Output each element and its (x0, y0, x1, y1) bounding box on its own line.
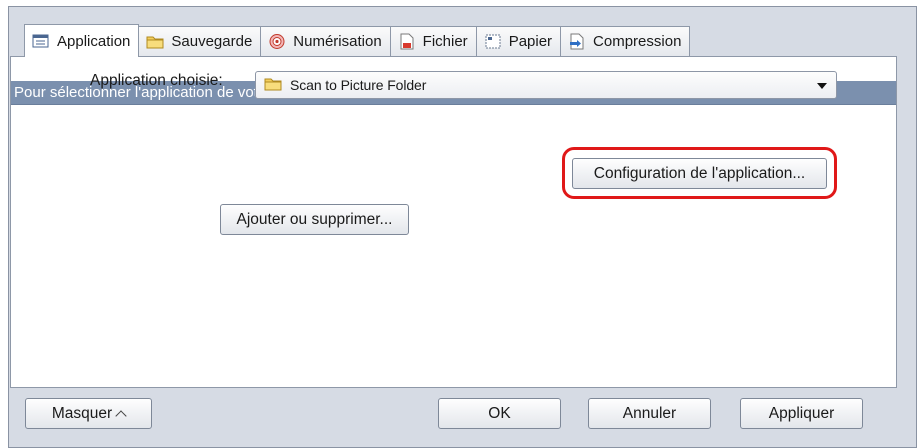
tab-compression[interactable]: Compression (560, 26, 691, 56)
application-list-icon (32, 33, 50, 50)
tab-label: Compression (593, 33, 682, 50)
tab-sauvegarde[interactable]: Sauvegarde (138, 26, 262, 56)
application-select-value: Scan to Picture Folder (290, 77, 427, 93)
application-label: Application choisie: (90, 72, 223, 89)
folder-icon (146, 33, 164, 50)
tab-label: Sauvegarde (171, 33, 253, 50)
ok-button[interactable]: OK (438, 398, 561, 429)
file-icon (398, 33, 416, 50)
compression-icon (568, 33, 586, 50)
tab-panel-application: Pour sélectionner l'application de votre… (10, 56, 897, 388)
tab-label: Numérisation (293, 33, 382, 50)
folder-icon (264, 76, 282, 95)
paper-icon (484, 33, 502, 50)
tab-application[interactable]: Application (24, 24, 140, 57)
chevron-up-icon (115, 409, 127, 422)
apply-button[interactable]: Appliquer (740, 398, 863, 429)
tab-label: Papier (508, 33, 553, 50)
application-select[interactable]: Scan to Picture Folder (255, 71, 837, 99)
tab-papier[interactable]: Papier (475, 26, 562, 56)
hide-button[interactable]: Masquer (25, 398, 152, 429)
tab-numerisation[interactable]: Numérisation (260, 26, 391, 56)
chevron-down-icon[interactable] (817, 83, 827, 89)
tab-label: Application (57, 32, 131, 50)
cancel-button[interactable]: Annuler (588, 398, 711, 429)
scan-icon (268, 33, 286, 50)
tab-fichier[interactable]: Fichier (389, 26, 477, 56)
tab-label: Fichier (422, 33, 468, 50)
application-config-button[interactable]: Configuration de l'application... (572, 158, 827, 189)
hide-button-label: Masquer (51, 404, 113, 422)
tab-strip: Application Sauvegarde Numérisation Fich… (24, 24, 691, 57)
add-remove-button[interactable]: Ajouter ou supprimer... (220, 204, 409, 235)
